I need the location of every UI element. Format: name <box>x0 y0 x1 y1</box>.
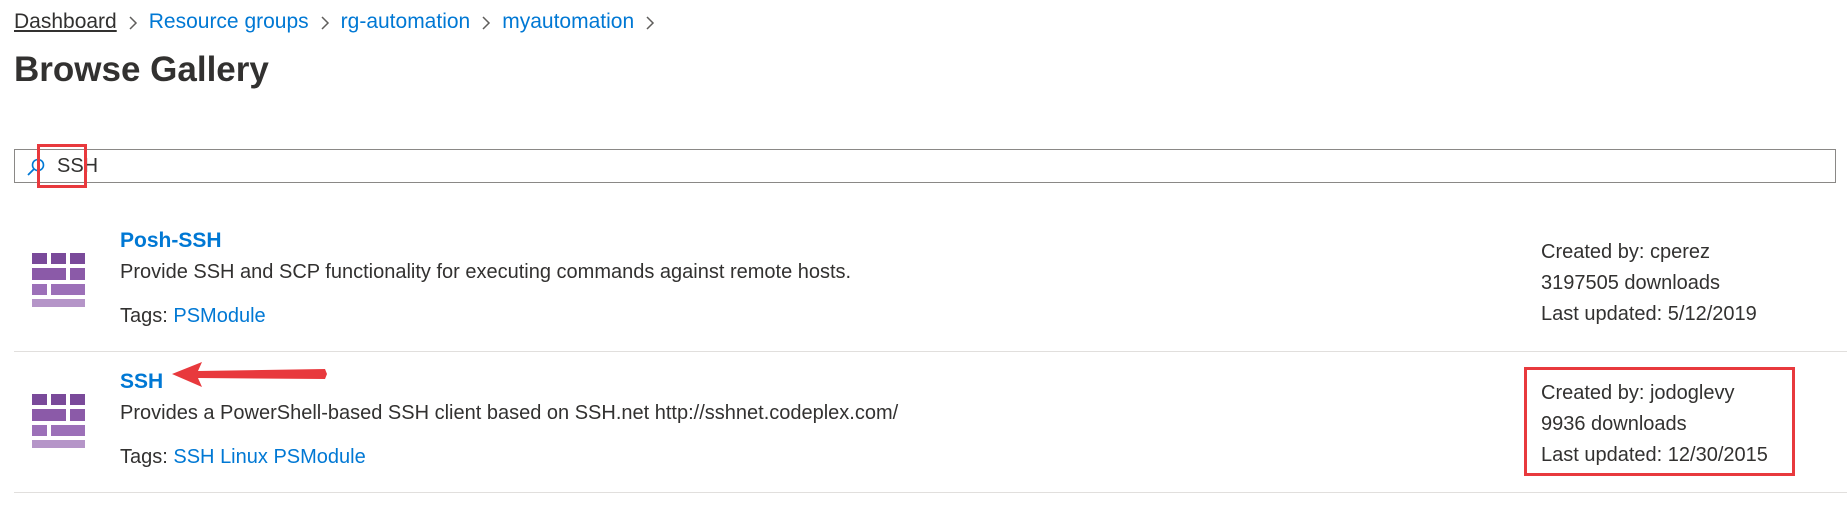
result-tags: Tags: SSH Linux PSModule <box>120 446 366 469</box>
gallery-item-posh-ssh: Posh-SSH Provide SSH and SCP functionali… <box>14 211 1847 352</box>
module-icon <box>32 394 88 448</box>
last-updated: Last updated: 12/30/2015 <box>1541 444 1768 466</box>
chevron-right-icon <box>117 12 149 33</box>
breadcrumb-myautomation[interactable]: myautomation <box>502 10 634 34</box>
breadcrumb-resource-groups[interactable]: Resource groups <box>149 10 309 34</box>
tag-link[interactable]: Linux <box>220 446 268 468</box>
download-count: 9936 downloads <box>1541 413 1687 435</box>
breadcrumb-dashboard[interactable]: Dashboard <box>14 10 117 34</box>
tag-link[interactable]: PSModule <box>273 446 365 468</box>
search-box[interactable] <box>14 149 1836 183</box>
breadcrumb: Dashboard Resource groups rg-automation … <box>14 10 666 34</box>
result-description: Provide SSH and SCP functionality for ex… <box>120 261 852 283</box>
result-tags: Tags: PSModule <box>120 305 266 328</box>
chevron-right-icon <box>634 12 666 33</box>
annotation-arrow-icon <box>172 362 327 387</box>
tag-link[interactable]: SSH <box>173 446 214 468</box>
created-by: Created by: jodoglevy <box>1541 382 1735 404</box>
result-title-link[interactable]: Posh-SSH <box>120 229 222 253</box>
last-updated: Last updated: 5/12/2019 <box>1541 303 1757 325</box>
tags-label: Tags: <box>120 305 168 327</box>
chevron-right-icon <box>470 12 502 33</box>
result-meta: Created by: cperez 3197505 downloads Las… <box>1541 237 1757 330</box>
result-meta: Created by: jodoglevy 9936 downloads Las… <box>1541 378 1768 471</box>
search-icon <box>26 157 46 177</box>
tags-label: Tags: <box>120 446 168 468</box>
page-title: Browse Gallery <box>14 50 269 89</box>
tag-link[interactable]: PSModule <box>173 305 265 327</box>
chevron-right-icon <box>309 12 341 33</box>
search-input[interactable] <box>53 151 1561 181</box>
result-title-link[interactable]: SSH <box>120 370 163 394</box>
breadcrumb-rg-automation[interactable]: rg-automation <box>341 10 471 34</box>
result-description: Provides a PowerShell-based SSH client b… <box>120 402 899 424</box>
module-icon <box>32 253 88 307</box>
created-by: Created by: cperez <box>1541 241 1710 263</box>
download-count: 3197505 downloads <box>1541 272 1721 294</box>
